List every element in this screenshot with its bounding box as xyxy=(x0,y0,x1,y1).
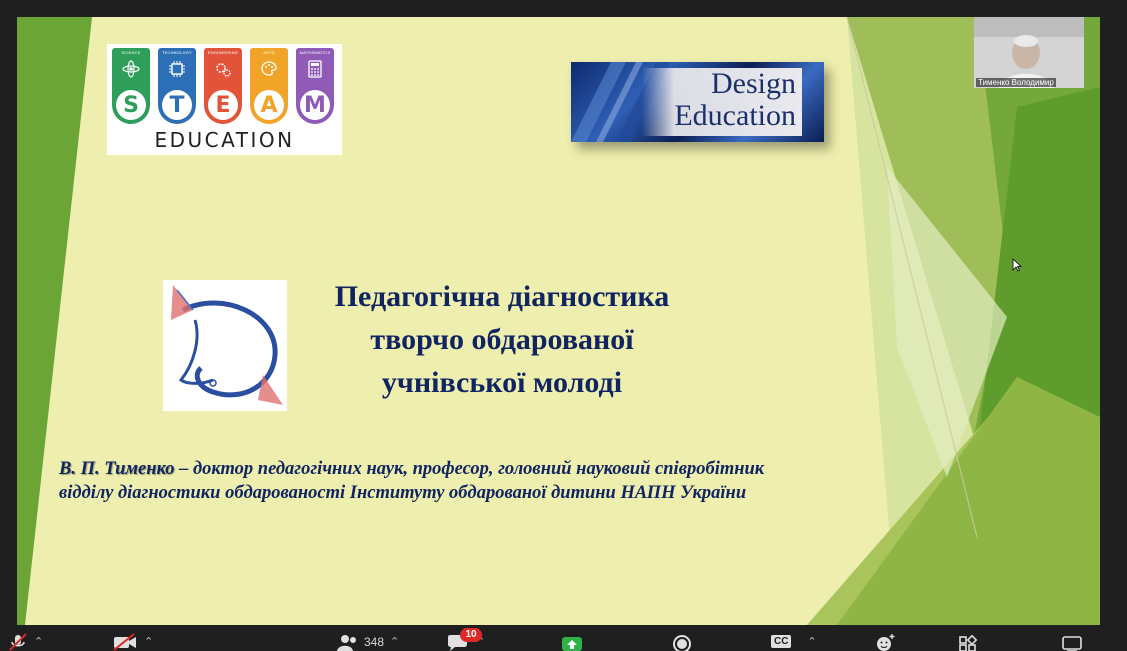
steam-col-technology: TECHNOLOGY T xyxy=(158,48,196,124)
slide-title: Педагогічна діагностика творчо обдарован… xyxy=(287,275,717,404)
record-icon[interactable] xyxy=(672,633,692,651)
steam-caption: ENGINEERING xyxy=(207,50,239,55)
chevron-up-icon[interactable]: ⌃ xyxy=(390,635,399,648)
video-off-icon[interactable] xyxy=(112,632,138,651)
author-affiliation: відділу діагностики обдарованості Інстит… xyxy=(59,483,747,503)
more-icon[interactable] xyxy=(1061,633,1083,651)
title-line-2: творчо обдарованої xyxy=(370,323,634,356)
participants-count: 348 xyxy=(364,634,385,649)
mouse-cursor-icon xyxy=(1012,258,1022,272)
steam-col-mathematics: MATHEMATICS M xyxy=(296,48,334,124)
meeting-toolbar: ⌃ ⌃ 348 ⌃ ⌃ CC ⌃ xyxy=(0,628,1127,651)
left-green-strip xyxy=(17,17,92,625)
steam-letter: S xyxy=(116,90,146,120)
chevron-up-icon[interactable]: ⌃ xyxy=(807,635,816,648)
presentation-slide: SCIENCE S TECHNOLOGY T ENGINEERING E ART… xyxy=(17,17,1100,625)
steam-col-science: SCIENCE S xyxy=(112,48,150,124)
steam-education-text: EDUCATION xyxy=(154,128,295,152)
steam-col-arts: ARTS A xyxy=(250,48,288,124)
author-description: – доктор педагогічних наук, професор, го… xyxy=(174,459,765,479)
chat-unread-badge: 10 xyxy=(460,628,482,642)
participant-video-tile[interactable]: Тименко Володимир xyxy=(974,17,1084,88)
steam-caption: TECHNOLOGY xyxy=(161,50,192,55)
share-screen-icon[interactable] xyxy=(561,633,583,651)
apps-icon[interactable] xyxy=(958,633,978,651)
mic-muted-icon[interactable] xyxy=(8,632,28,651)
steam-letter: T xyxy=(162,90,192,120)
palette-icon xyxy=(261,61,277,76)
steam-caption: ARTS xyxy=(263,50,275,55)
gears-icon xyxy=(216,63,231,77)
steam-letter: M xyxy=(300,90,330,120)
steam-letter: A xyxy=(254,90,284,120)
design-line-1: Design xyxy=(711,67,796,100)
steam-caption: MATHEMATICS xyxy=(299,50,331,55)
participants-icon[interactable] xyxy=(336,633,360,651)
design-line-2: Education xyxy=(674,99,796,132)
atom-icon xyxy=(122,60,140,78)
title-line-3: учнівської молоді xyxy=(381,366,623,399)
institute-fish-logo xyxy=(163,280,287,411)
title-line-1: Педагогічна діагностика xyxy=(334,280,670,313)
author-name: В. П. Тименко xyxy=(59,459,175,479)
steam-caption: SCIENCE xyxy=(121,50,141,55)
steam-letter: E xyxy=(208,90,238,120)
reactions-icon[interactable] xyxy=(874,633,896,651)
design-education-logo: Design Education xyxy=(571,62,824,142)
captions-icon[interactable]: CC xyxy=(771,635,792,648)
fish-letter-d-icon xyxy=(171,285,283,405)
chevron-up-icon[interactable]: ⌃ xyxy=(34,635,43,648)
author-info: В. П. Тименко – доктор педагогічних наук… xyxy=(59,457,959,505)
chip-icon xyxy=(169,61,185,77)
chevron-up-icon[interactable]: ⌃ xyxy=(144,635,153,648)
steam-education-logo: SCIENCE S TECHNOLOGY T ENGINEERING E ART… xyxy=(107,44,342,155)
calculator-icon xyxy=(308,60,322,78)
steam-col-engineering: ENGINEERING E xyxy=(204,48,242,124)
participant-name: Тименко Володимир xyxy=(976,78,1056,87)
